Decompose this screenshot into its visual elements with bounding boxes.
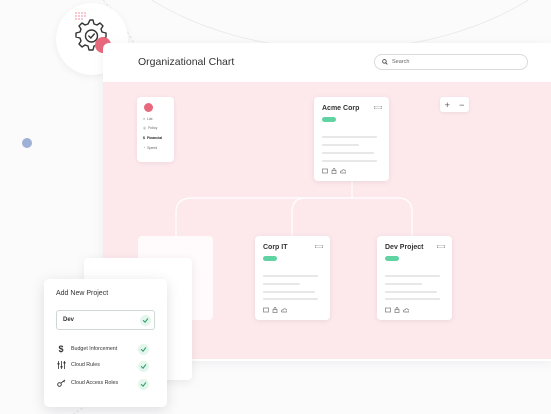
check-icon[interactable] [138, 361, 149, 372]
lock-icon [394, 307, 400, 313]
card-icons [385, 307, 409, 313]
placeholder-line [322, 136, 377, 138]
org-card-root[interactable]: Acme Corp [314, 97, 389, 181]
placeholder-line [385, 275, 440, 277]
placeholder-line [263, 283, 300, 285]
panel-title: Add New Project [56, 290, 109, 297]
project-name-value: Dev [63, 317, 75, 323]
placeholder-line [322, 144, 359, 146]
check-icon[interactable] [138, 344, 149, 355]
mail-icon [322, 168, 328, 174]
placeholder-line [385, 298, 440, 300]
org-card-title: Dev Project [385, 244, 424, 251]
option-cloud-rules[interactable]: Cloud Rules [56, 361, 100, 369]
check-icon [140, 315, 151, 326]
option-cloud-access-roles[interactable]: Cloud Access Roles [56, 379, 118, 387]
stage: Organizational Chart Search ≡ List ◎ Polic… [0, 0, 551, 414]
dollar-icon: $ [143, 136, 145, 140]
zoom-in-button[interactable]: + [445, 100, 450, 110]
card-icons [263, 307, 287, 313]
nav-avatar[interactable] [144, 103, 153, 112]
more-icon[interactable] [315, 245, 323, 248]
placeholder-line [263, 298, 318, 300]
zoom-out-button[interactable]: − [459, 100, 464, 110]
add-project-panel: Add New Project Dev $ Budget Inforcement… [44, 279, 167, 407]
sidebar-item-policy[interactable]: ◎ Policy [143, 126, 157, 130]
list-icon: ≡ [143, 117, 146, 121]
card-icons [322, 168, 346, 174]
placeholder-line [322, 160, 377, 162]
side-nav: ≡ List ◎ Policy $ Financial ◔ Speed [137, 97, 174, 162]
policy-icon: ◎ [143, 126, 147, 130]
placeholder-line [322, 152, 374, 154]
placeholder-line [263, 291, 315, 293]
sliders-icon [56, 361, 66, 369]
lock-icon [272, 307, 278, 313]
placeholder-line [385, 283, 422, 285]
project-name-field[interactable]: Dev [56, 310, 155, 330]
sidebar-item-speed[interactable]: ◔ Speed [143, 146, 157, 150]
option-budget-enforcement[interactable]: $ Budget Inforcement [56, 344, 117, 354]
zoom-controls: + − [440, 97, 469, 112]
cloud-icon [340, 169, 346, 174]
org-card-title: Corp IT [263, 244, 288, 251]
more-icon[interactable] [374, 106, 382, 109]
mail-icon [263, 307, 269, 313]
lock-icon [331, 168, 337, 174]
mail-icon [385, 307, 391, 313]
status-tag [385, 256, 399, 261]
sidebar-item-list[interactable]: ≡ List [143, 117, 153, 121]
dollar-icon: $ [58, 344, 64, 354]
speed-icon: ◔ [143, 146, 146, 150]
cloud-icon [403, 308, 409, 313]
placeholder-line [263, 275, 318, 277]
check-icon[interactable] [138, 379, 149, 390]
org-card-title: Acme Corp [322, 105, 360, 112]
key-icon [56, 379, 66, 387]
status-tag [263, 256, 277, 261]
org-card-corp-it[interactable]: Corp IT [255, 236, 330, 320]
cloud-icon [281, 308, 287, 313]
status-tag [322, 117, 336, 122]
placeholder-line [385, 291, 437, 293]
sidebar-item-financial[interactable]: $ Financial [143, 136, 162, 140]
org-card-dev-project[interactable]: Dev Project [377, 236, 452, 320]
more-icon[interactable] [437, 245, 445, 248]
